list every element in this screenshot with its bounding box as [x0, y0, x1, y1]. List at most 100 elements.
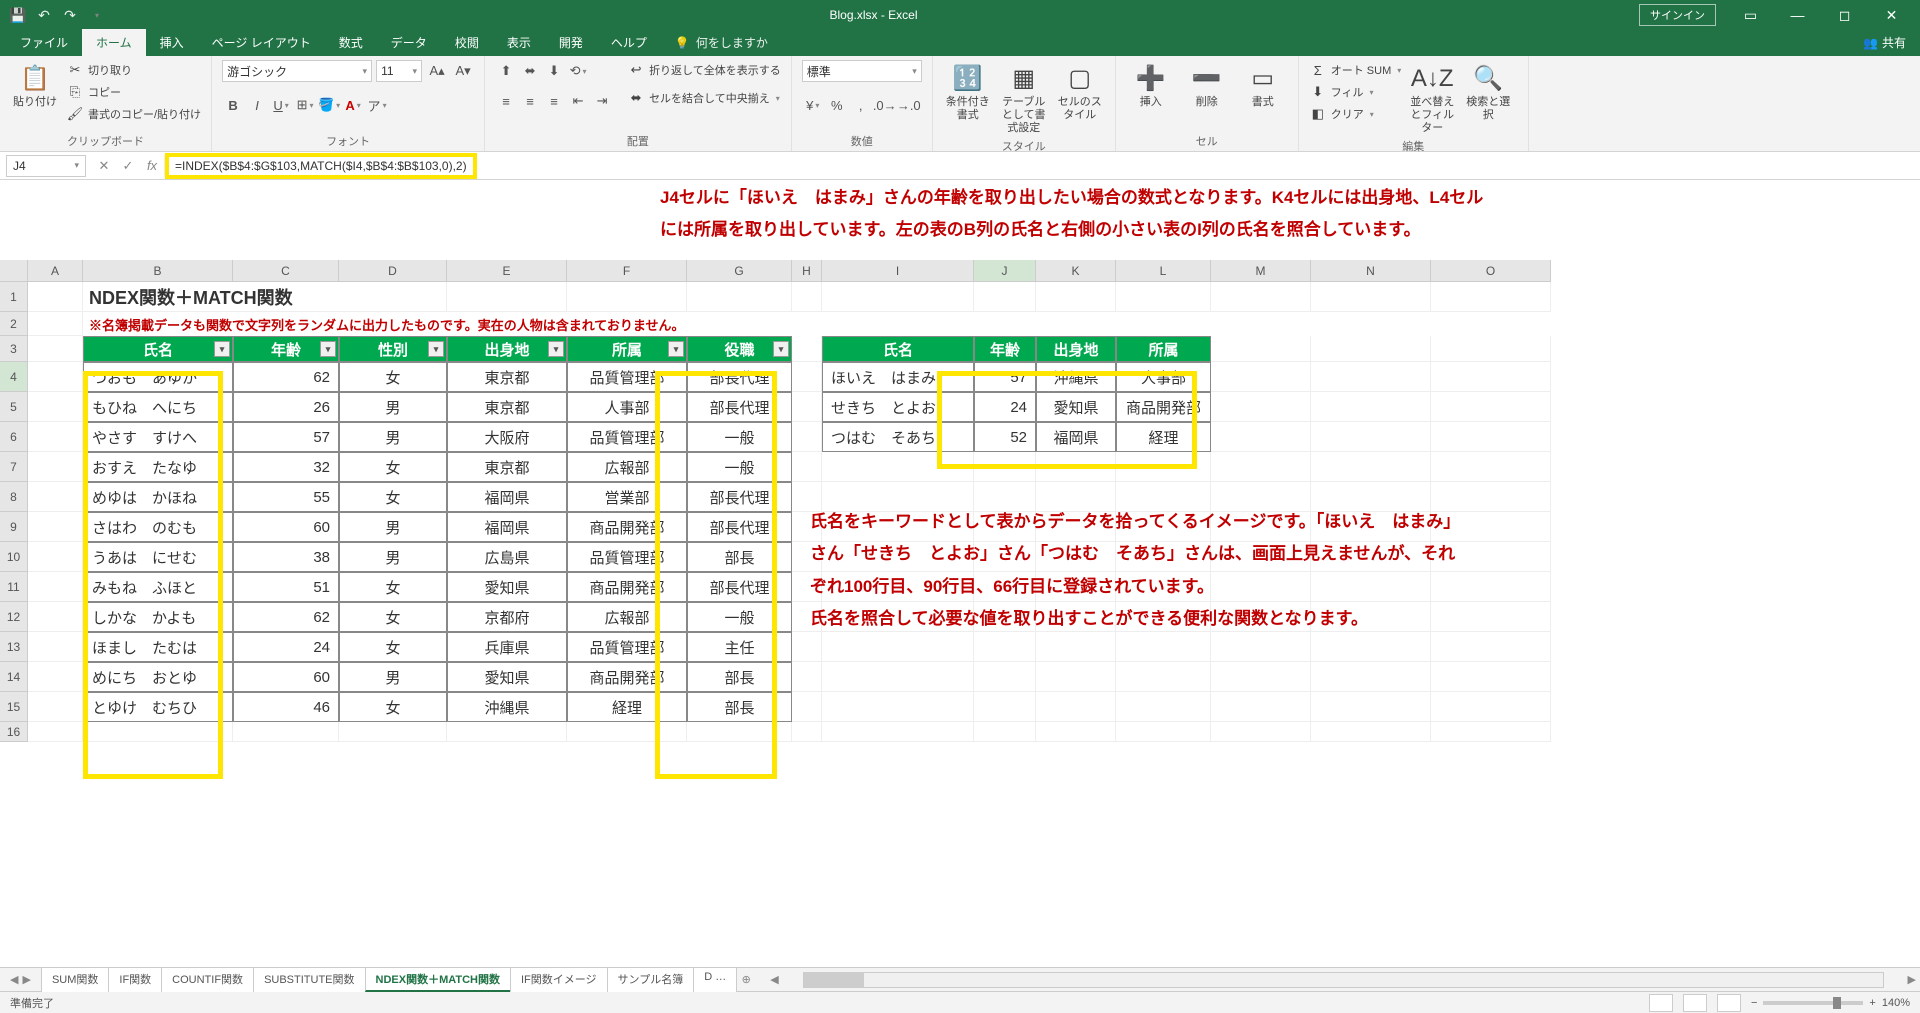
- cell-blank[interactable]: [1211, 362, 1311, 392]
- col-header-E[interactable]: E: [447, 260, 567, 282]
- left-cell-r9-c5[interactable]: 部長代理: [687, 512, 792, 542]
- cell-blank[interactable]: [687, 722, 792, 742]
- cancel-formula-icon[interactable]: ✕: [92, 155, 116, 177]
- left-cell-r8-c1[interactable]: 55: [233, 482, 339, 512]
- cell-blank[interactable]: [1211, 722, 1311, 742]
- cell-blank[interactable]: [1116, 662, 1211, 692]
- left-cell-r12-c4[interactable]: 広報部: [567, 602, 687, 632]
- right-cell-r5-c3[interactable]: 商品開発部: [1116, 392, 1211, 422]
- currency-icon[interactable]: ¥: [802, 94, 824, 116]
- sheet-tab-1[interactable]: IF関数: [108, 967, 162, 992]
- cell-blank[interactable]: [822, 722, 974, 742]
- tab-home[interactable]: ホーム: [82, 29, 146, 56]
- cell-blank[interactable]: [792, 392, 822, 422]
- left-cell-r12-c3[interactable]: 京都府: [447, 602, 567, 632]
- cell-blank[interactable]: [28, 336, 83, 362]
- left-cell-r11-c0[interactable]: みもね ふほと: [83, 572, 233, 602]
- cell-blank[interactable]: [1431, 692, 1551, 722]
- cell-blank[interactable]: [822, 282, 974, 312]
- view-pagebreak-icon[interactable]: [1717, 994, 1741, 1012]
- col-header-F[interactable]: F: [567, 260, 687, 282]
- cell-blank[interactable]: [1116, 722, 1211, 742]
- left-cell-r7-c5[interactable]: 一般: [687, 452, 792, 482]
- sheet-tab-4[interactable]: NDEX関数＋MATCH関数: [365, 967, 511, 992]
- right-cell-r6-c2[interactable]: 福岡県: [1036, 422, 1116, 452]
- view-normal-icon[interactable]: [1649, 994, 1673, 1012]
- cell-blank[interactable]: [792, 422, 822, 452]
- left-cell-r6-c3[interactable]: 大阪府: [447, 422, 567, 452]
- left-cell-r5-c5[interactable]: 部長代理: [687, 392, 792, 422]
- decrease-font-icon[interactable]: A▾: [452, 60, 474, 82]
- merge-button[interactable]: ⬌セルを結合して中央揃え: [627, 88, 781, 108]
- left-cell-r14-c3[interactable]: 愛知県: [447, 662, 567, 692]
- left-cell-r15-c3[interactable]: 沖縄県: [447, 692, 567, 722]
- ribbon-options-icon[interactable]: ▭: [1728, 0, 1773, 30]
- cell-blank[interactable]: [974, 282, 1036, 312]
- right-cell-r4-c3[interactable]: 人事部: [1116, 362, 1211, 392]
- filter-icon[interactable]: ▾: [428, 341, 444, 357]
- select-all-corner[interactable]: [0, 260, 28, 282]
- left-cell-r7-c3[interactable]: 東京都: [447, 452, 567, 482]
- cell-blank[interactable]: [1211, 632, 1311, 662]
- left-cell-r11-c4[interactable]: 商品開発部: [567, 572, 687, 602]
- row-header-11[interactable]: 11: [0, 572, 28, 602]
- signin-button[interactable]: サインイン: [1639, 4, 1716, 26]
- left-cell-r5-c1[interactable]: 26: [233, 392, 339, 422]
- right-cell-r4-c0[interactable]: ほいえ はまみ: [822, 362, 974, 392]
- left-cell-r10-c1[interactable]: 38: [233, 542, 339, 572]
- cell-blank[interactable]: [974, 452, 1036, 482]
- left-cell-r13-c1[interactable]: 24: [233, 632, 339, 662]
- tab-pagelayout[interactable]: ページ レイアウト: [198, 29, 325, 56]
- cell-blank[interactable]: [28, 692, 83, 722]
- delete-cells-button[interactable]: ➖削除: [1182, 60, 1232, 109]
- left-cell-r9-c4[interactable]: 商品開発部: [567, 512, 687, 542]
- left-cell-r15-c2[interactable]: 女: [339, 692, 447, 722]
- left-cell-r15-c0[interactable]: とゆけ むちひ: [83, 692, 233, 722]
- right-cell-r6-c1[interactable]: 52: [974, 422, 1036, 452]
- cell-blank[interactable]: [1311, 422, 1431, 452]
- tab-formulas[interactable]: 数式: [325, 29, 377, 56]
- cell-blank[interactable]: [974, 662, 1036, 692]
- cell-blank[interactable]: [822, 632, 974, 662]
- zoom-slider[interactable]: [1763, 1001, 1863, 1005]
- left-cell-r14-c1[interactable]: 60: [233, 662, 339, 692]
- cell-blank[interactable]: [687, 282, 792, 312]
- autosum-button[interactable]: Σオート SUM: [1309, 60, 1402, 80]
- font-color-button[interactable]: A: [342, 94, 364, 116]
- col-header-D[interactable]: D: [339, 260, 447, 282]
- col-header-N[interactable]: N: [1311, 260, 1431, 282]
- left-cell-r14-c4[interactable]: 商品開発部: [567, 662, 687, 692]
- cell-blank[interactable]: [1211, 282, 1311, 312]
- border-button[interactable]: ⊞: [294, 94, 316, 116]
- cell-blank[interactable]: [1431, 632, 1551, 662]
- cell-blank[interactable]: [28, 392, 83, 422]
- cell-blank[interactable]: [28, 362, 83, 392]
- cell-blank[interactable]: [28, 572, 83, 602]
- left-cell-r9-c0[interactable]: さはわ のむも: [83, 512, 233, 542]
- note-cell[interactable]: ※名簿掲載データも関数で文字列をランダムに出力したものです。実在の人物は含まれて…: [83, 312, 1283, 336]
- sheet-tab-3[interactable]: SUBSTITUTE関数: [253, 967, 365, 992]
- number-format-combo[interactable]: 標準▾: [802, 60, 922, 82]
- paste-button[interactable]: 📋貼り付け: [10, 60, 60, 109]
- format-table-button[interactable]: ▦テーブルとして書式設定: [999, 60, 1049, 136]
- cell-blank[interactable]: [792, 722, 822, 742]
- cell-blank[interactable]: [822, 452, 974, 482]
- sheet-tab-0[interactable]: SUM関数: [41, 967, 109, 992]
- copy-button[interactable]: ⎘コピー: [66, 82, 201, 102]
- view-pagelayout-icon[interactable]: [1683, 994, 1707, 1012]
- cell-blank[interactable]: [1116, 692, 1211, 722]
- cell-blank[interactable]: [1211, 452, 1311, 482]
- cell-blank[interactable]: [1211, 692, 1311, 722]
- left-cell-r10-c2[interactable]: 男: [339, 542, 447, 572]
- align-left-icon[interactable]: ≡: [495, 90, 517, 112]
- left-cell-r11-c5[interactable]: 部長代理: [687, 572, 792, 602]
- cell-blank[interactable]: [1311, 692, 1431, 722]
- cell-blank[interactable]: [792, 362, 822, 392]
- left-cell-r6-c4[interactable]: 品質管理部: [567, 422, 687, 452]
- wrap-text-button[interactable]: ↩折り返して全体を表示する: [627, 60, 781, 80]
- col-header-K[interactable]: K: [1036, 260, 1116, 282]
- undo-icon[interactable]: ↶: [32, 3, 56, 27]
- sheet-tab-6[interactable]: サンプル名簿: [607, 967, 695, 992]
- cell-blank[interactable]: [447, 282, 567, 312]
- left-header-5[interactable]: 役職▾: [687, 336, 792, 362]
